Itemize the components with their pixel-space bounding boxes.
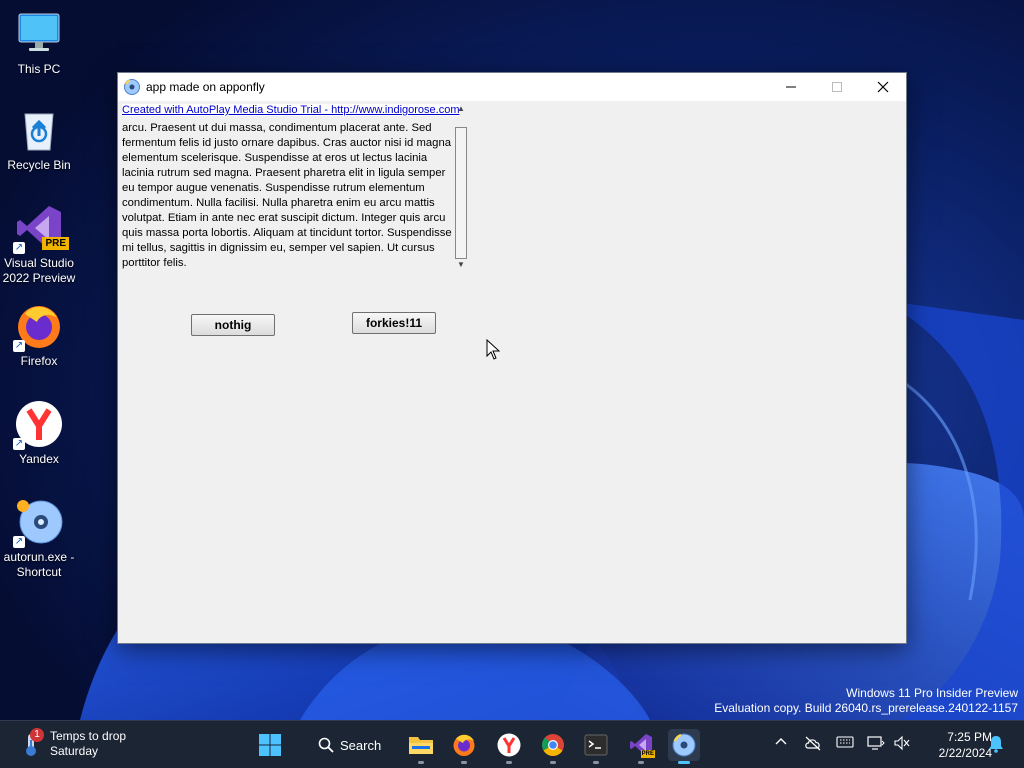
window-titlebar[interactable]: app made on apponfly [118, 73, 906, 101]
search-label: Search [340, 737, 382, 753]
taskbar-apponfly-app[interactable] [668, 729, 700, 764]
search-icon [318, 737, 334, 753]
desktop-icon-label: Yandex [19, 452, 59, 466]
close-icon [877, 81, 889, 93]
firefox-icon [453, 734, 475, 756]
recycle-bin-icon [15, 106, 63, 154]
running-indicator [550, 761, 556, 764]
monitor-icon [15, 10, 63, 58]
network-icon[interactable] [867, 735, 885, 751]
shortcut-arrow-icon: ↗ [13, 242, 25, 254]
taskbar-chrome[interactable] [537, 729, 569, 764]
taskbar-file-explorer[interactable] [405, 729, 437, 764]
taskbar-terminal[interactable] [580, 729, 612, 764]
weather-widget[interactable]: 1 Temps to drop Saturday [20, 728, 127, 759]
trial-link[interactable]: Created with AutoPlay Media Studio Trial… [122, 104, 460, 116]
desktop-icon-label: Firefox [20, 354, 58, 368]
desktop-icon-label: This PC [17, 62, 61, 76]
taskbar-yandex[interactable] [493, 729, 525, 764]
folder-icon [409, 737, 433, 754]
close-button[interactable] [860, 73, 906, 101]
maximize-button[interactable] [814, 73, 860, 101]
chevron-up-icon[interactable] [774, 735, 788, 749]
app-window: app made on apponfly Created with AutoPl… [117, 72, 907, 644]
running-indicator [461, 761, 467, 764]
watermark-edition: Windows 11 Pro Insider Preview [846, 686, 1018, 700]
taskbar-search[interactable]: Search [306, 729, 392, 761]
desktop-icon-autorun[interactable]: ↗ autorun.exe - Shortcut [1, 498, 77, 580]
clock-time: 7:25 PM [947, 730, 992, 744]
scroll-up-icon[interactable]: ▲ [454, 103, 468, 115]
running-indicator [506, 761, 512, 764]
taskbar-firefox[interactable] [448, 729, 480, 764]
pre-badge: PRE [640, 750, 655, 758]
volume-muted-icon[interactable] [893, 735, 911, 751]
visual-studio-icon: PRE ↗ [13, 204, 69, 254]
start-button[interactable] [254, 729, 286, 761]
desktop-icon-this-pc[interactable]: This PC [1, 10, 77, 77]
keyboard-icon[interactable] [836, 735, 854, 749]
desktop-icon-label: autorun.exe - Shortcut [3, 550, 75, 579]
shortcut-arrow-icon: ↗ [13, 536, 25, 548]
windows-watermark: Windows 11 Pro Insider Preview Evaluatio… [714, 686, 1018, 716]
cd-disc-icon [672, 733, 696, 757]
shortcut-arrow-icon: ↗ [13, 340, 25, 352]
scroll-down-icon[interactable]: ▼ [454, 259, 468, 271]
clock-date: 2/22/2024 [938, 746, 992, 760]
notification-bell-icon[interactable] [988, 735, 1004, 753]
weather-day: Saturday [50, 744, 99, 758]
yandex-icon [497, 733, 521, 757]
pre-badge: PRE [42, 237, 69, 250]
forkies-button[interactable]: forkies!11 [352, 312, 436, 334]
scroll-thumb[interactable] [455, 127, 467, 259]
thermometer-icon: 1 [20, 728, 44, 758]
nothig-button[interactable]: nothig [191, 314, 275, 336]
desktop-icon-label: Visual Studio 2022 Preview [2, 256, 76, 285]
running-indicator [593, 761, 599, 764]
desktop-icon-firefox[interactable]: ↗ Firefox [1, 302, 77, 369]
running-indicator [638, 761, 644, 764]
body-textbox[interactable]: arcu. Praesent ut dui massa, condimentum… [122, 121, 452, 271]
minimize-icon [786, 86, 796, 88]
app-cd-icon [124, 79, 140, 95]
chrome-icon [542, 734, 564, 756]
mouse-cursor-icon [486, 339, 500, 360]
window-client-area: Created with AutoPlay Media Studio Trial… [118, 101, 906, 643]
desktop-icon-recycle-bin[interactable]: Recycle Bin [1, 106, 77, 173]
running-indicator [418, 761, 424, 764]
maximize-icon [832, 82, 842, 92]
textbox-scrollbar[interactable]: ▲ ▼ [454, 103, 468, 271]
cloud-offline-icon[interactable] [804, 735, 822, 751]
firefox-icon: ↗ [13, 302, 63, 352]
taskbar-visual-studio[interactable]: PRE [625, 729, 657, 764]
watermark-build: Evaluation copy. Build 26040.rs_prerelea… [714, 701, 1018, 715]
weather-alert-badge: 1 [30, 728, 44, 742]
desktop-icon-visual-studio[interactable]: PRE ↗ Visual Studio 2022 Preview [1, 204, 77, 286]
terminal-icon [584, 734, 608, 756]
yandex-icon: ↗ [13, 400, 63, 450]
cd-disc-icon: ↗ [13, 498, 63, 548]
weather-headline: Temps to drop [50, 729, 127, 743]
desktop-icon-yandex[interactable]: ↗ Yandex [1, 400, 77, 467]
taskbar: 1 Temps to drop Saturday Search PRE 7:25… [0, 720, 1024, 768]
shortcut-arrow-icon: ↗ [13, 438, 25, 450]
windows-logo-icon [259, 734, 281, 756]
desktop-icon-label: Recycle Bin [7, 158, 71, 172]
minimize-button[interactable] [768, 73, 814, 101]
taskbar-clock[interactable]: 7:25 PM 2/22/2024 [918, 729, 992, 761]
running-indicator [678, 761, 690, 764]
window-title: app made on apponfly [146, 80, 265, 94]
